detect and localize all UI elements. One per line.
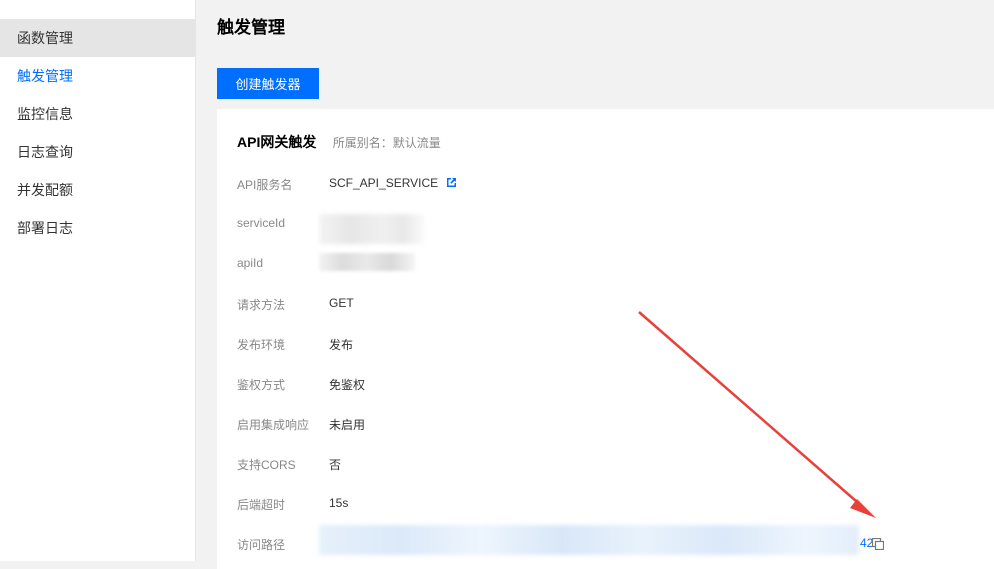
sidebar-item-function-management[interactable]: 函数管理 <box>0 19 195 57</box>
row-value: 免鉴权 <box>329 378 366 392</box>
create-trigger-button[interactable]: 创建触发器 <box>217 68 319 99</box>
copy-icon[interactable] <box>872 538 884 550</box>
row-label: 支持CORS <box>237 458 296 472</box>
page-title: 触发管理 <box>217 18 285 37</box>
row-label: 请求方法 <box>237 298 286 312</box>
row-label: 启用集成响应 <box>237 418 310 432</box>
row-value: 发布 <box>329 338 354 352</box>
row-label: apiId <box>237 256 264 270</box>
row-value: 未启用 <box>329 418 366 432</box>
sidebar-item-deploy-logs[interactable]: 部署日志 <box>0 209 195 247</box>
row-label: 访问路径 <box>237 538 286 552</box>
row-label: serviceId <box>237 216 286 230</box>
row-value: 否 <box>329 458 342 472</box>
row-value: GET <box>329 296 354 310</box>
redacted-blur <box>319 214 424 244</box>
api-service-link[interactable]: SCF_API_SERVICE <box>329 176 457 190</box>
trigger-header: API网关触发 所属别名：默认流量 <box>237 132 441 152</box>
main-content: 触发管理 创建触发器 API网关触发 所属别名：默认流量 API服务名 SCF_… <box>196 0 994 569</box>
row-label: 发布环境 <box>237 338 286 352</box>
sidebar-item-monitoring[interactable]: 监控信息 <box>0 95 195 133</box>
api-service-link-text[interactable]: SCF_API_SERVICE <box>329 176 438 190</box>
row-label: 鉴权方式 <box>237 378 286 392</box>
trigger-title: API网关触发 <box>237 134 317 150</box>
sidebar-item-concurrency-quota[interactable]: 并发配额 <box>0 171 195 209</box>
redacted-blur <box>319 253 415 271</box>
row-label: 后端超时 <box>237 498 286 512</box>
trigger-alias: 所属别名：默认流量 <box>332 136 441 150</box>
trigger-panel: API网关触发 所属别名：默认流量 API服务名 SCF_API_SERVICE… <box>217 109 994 569</box>
sidebar-item-log-query[interactable]: 日志查询 <box>0 133 195 171</box>
sidebar-item-trigger-management[interactable]: 触发管理 <box>0 57 195 95</box>
sidebar: 函数管理 触发管理 监控信息 日志查询 并发配额 部署日志 <box>0 0 196 561</box>
redacted-blur <box>319 525 859 555</box>
row-value: 15s <box>329 496 349 510</box>
external-link-icon[interactable] <box>446 177 457 188</box>
row-label: API服务名 <box>237 178 293 192</box>
